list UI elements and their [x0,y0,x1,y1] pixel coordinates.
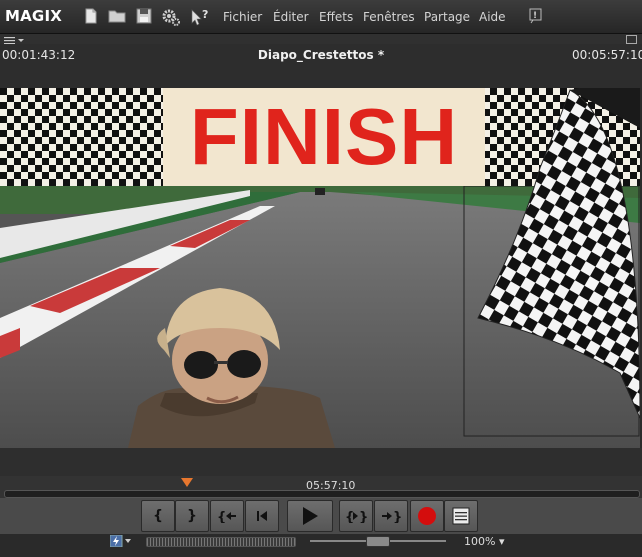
menu-effets[interactable]: Effets [319,10,353,24]
new-file-icon[interactable] [82,7,100,25]
timeline-scrollbar[interactable] [4,490,640,498]
info-icon[interactable]: ! [528,8,546,26]
video-preview[interactable]: FINISH [0,88,640,448]
svg-text:{: { [345,510,354,523]
open-folder-icon[interactable] [108,7,126,25]
list-menu-icon [452,507,470,525]
next-range-button[interactable]: {} [339,500,373,532]
svg-text:}: } [393,510,401,523]
help-cursor-icon[interactable]: ? [190,7,208,26]
total-timecode: 00:05:57:10 [572,48,642,62]
finish-banner-text: FINISH [189,92,459,181]
flash-icon[interactable] [109,534,132,548]
transport-menu-button[interactable] [444,500,478,532]
save-icon[interactable] [135,7,153,25]
set-out-button[interactable]: } [175,500,209,532]
maximize-icon[interactable] [626,35,637,44]
play-icon [303,507,318,525]
preview-top-margin [0,64,642,88]
record-icon [418,507,436,525]
skip-back-icon [257,511,267,521]
menu-fichier[interactable]: Fichier [223,10,262,24]
playhead-marker[interactable] [181,478,193,487]
prev-marker-icon: { [217,510,236,523]
set-out-label: } [187,508,197,524]
set-in-label: { [153,508,163,524]
svg-text:?: ? [202,8,208,21]
svg-text:}: } [359,510,367,523]
prev-marker-button[interactable]: { [210,500,244,532]
go-to-start-button[interactable] [245,500,279,532]
menu-fenetres[interactable]: Fenêtres [363,10,415,24]
menu-partage[interactable]: Partage [424,10,470,24]
preview-bottom-margin [0,448,642,476]
go-to-end-button[interactable]: } [374,500,408,532]
set-in-button[interactable]: { [141,500,175,532]
menu-editer[interactable]: Éditer [273,10,309,24]
menu-aide[interactable]: Aide [479,10,506,24]
info-bar: 00:01:43:12 Diapo_Crestettos * 00:05:57:… [0,44,642,64]
next-marker-icon: } [382,510,401,523]
range-marker-icon: {} [345,510,367,523]
svg-text:!: ! [533,11,537,21]
zoom-level[interactable]: 100% ▾ [464,535,504,548]
play-button[interactable] [287,500,333,532]
magix-logo: MAGIX [5,7,62,25]
panel-header [0,34,642,45]
record-button[interactable] [410,500,444,532]
zoom-slider-handle[interactable] [366,536,390,547]
status-bar [0,534,642,557]
volume-slider[interactable] [146,537,296,547]
menubar: MAGIX ? Fichier Éditer Effets Fenêtres P… [0,0,642,34]
svg-text:{: { [217,510,226,523]
panel-menu-icon[interactable] [4,35,26,45]
project-title: Diapo_Crestettos * [257,48,385,62]
settings-icon[interactable] [161,7,180,26]
zoom-value: 100% [464,535,496,548]
